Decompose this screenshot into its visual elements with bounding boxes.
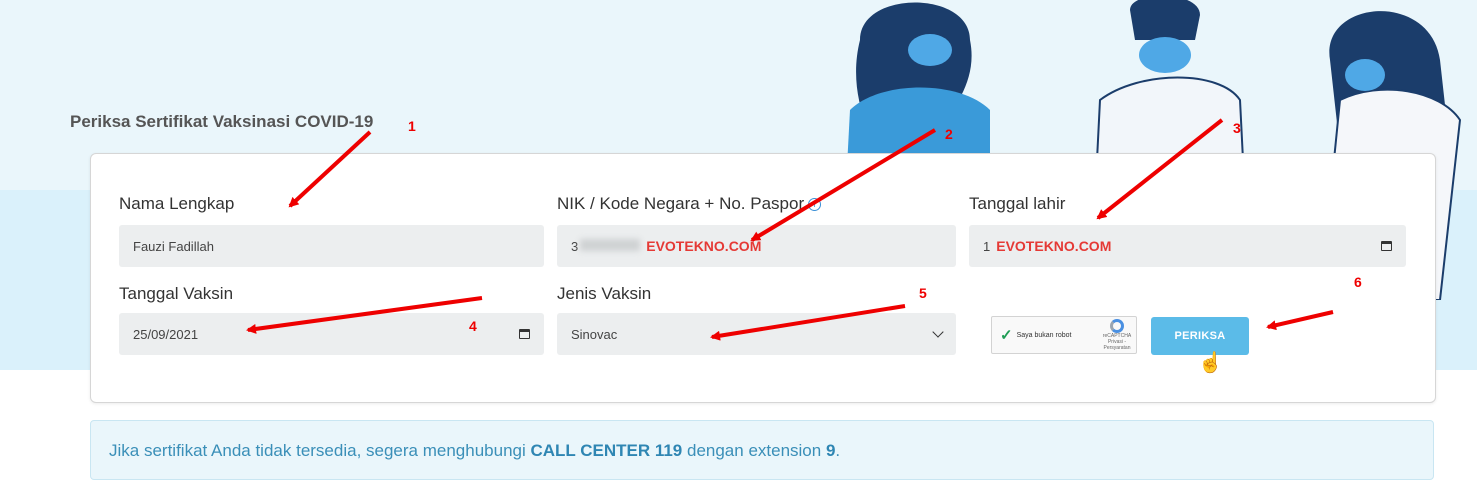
notice-middle: dengan extension (682, 441, 826, 460)
jenis-vaksin-value: Sinovac (571, 326, 618, 342)
chevron-down-icon (932, 326, 944, 338)
notice-prefix: Jika sertifikat Anda tidak tersedia, seg… (109, 441, 531, 460)
annotation-number-3: 3 (1233, 120, 1241, 136)
call-center-notice: Jika sertifikat Anda tidak tersedia, seg… (90, 420, 1434, 480)
info-icon[interactable]: i (808, 198, 822, 211)
annotation-number-4: 4 (469, 318, 477, 334)
annotation-number-2: 2 (945, 126, 953, 142)
jenis-vaksin-label: Jenis Vaksin (557, 284, 652, 303)
checkmark-icon: ✓ (1000, 327, 1013, 344)
notice-suffix: . (835, 441, 841, 460)
redacted-blur (580, 239, 641, 251)
watermark-text: EVOTEKNO.COM (646, 238, 762, 254)
recaptcha-privacy-link[interactable]: Privasi - Persyaratan (1102, 339, 1132, 351)
recaptcha-widget[interactable]: ✓ Saya bukan robot reCAPTCHA Privasi - P… (991, 316, 1137, 354)
nama-label: Nama Lengkap (119, 194, 235, 213)
nik-input[interactable]: 3 EVOTEKNO.COM (557, 225, 956, 267)
tgl-lahir-value-prefix: 1 (983, 239, 991, 254)
extension-number: 9 (825, 441, 836, 460)
watermark-text: EVOTEKNO.COM (996, 238, 1112, 254)
annotation-number-1: 1 (408, 118, 416, 134)
tgl-vaksin-value: 25/09/2021 (133, 326, 199, 342)
jenis-vaksin-select[interactable]: Sinovac (557, 313, 956, 355)
page-title: Periksa Sertifikat Vaksinasi COVID-19 (70, 112, 374, 131)
recaptcha-label: Saya bukan robot (1016, 331, 1072, 339)
calendar-icon[interactable] (519, 329, 530, 339)
recaptcha-icon (1110, 319, 1124, 333)
tgl-lahir-label: Tanggal lahir (969, 194, 1066, 213)
tgl-vaksin-label: Tanggal Vaksin (119, 284, 234, 303)
nik-label-text: NIK / Kode Negara + No. Paspor (557, 194, 805, 213)
nama-value: Fauzi Fadillah (133, 238, 214, 254)
hand-cursor-icon: ☝ (1198, 352, 1223, 374)
recaptcha-logo: reCAPTCHA Privasi - Persyaratan (1102, 319, 1132, 351)
annotation-number-5: 5 (919, 285, 927, 301)
nama-input[interactable]: Fauzi Fadillah (119, 225, 544, 267)
calendar-icon[interactable] (1381, 241, 1392, 251)
tgl-lahir-input[interactable]: 1 EVOTEKNO.COM (969, 225, 1406, 267)
nik-value-prefix: 3 (571, 239, 579, 254)
nik-label: NIK / Kode Negara + No. Paspor i (557, 194, 822, 214)
tgl-vaksin-input[interactable]: 25/09/2021 (119, 313, 544, 355)
annotation-number-6: 6 (1354, 274, 1362, 290)
call-center-number: CALL CENTER 119 (530, 441, 683, 460)
certificate-check-form: Nama Lengkap Fauzi Fadillah NIK / Kode N… (90, 153, 1436, 403)
